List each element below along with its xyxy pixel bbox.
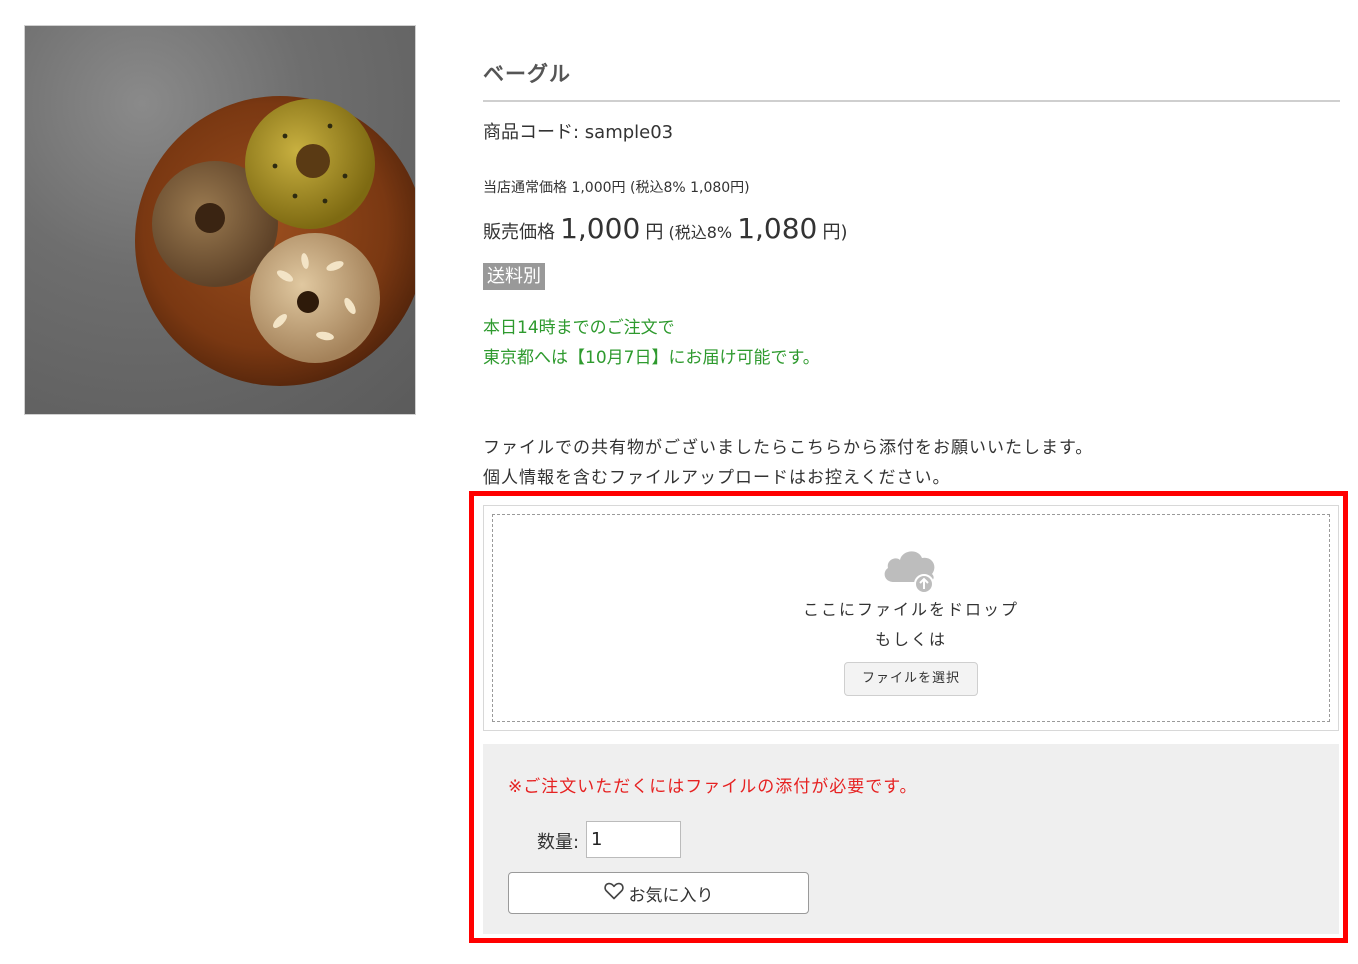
product-image [24,25,416,415]
product-code: 商品コード: sample03 [483,122,674,143]
upload-notice-line-2: 個人情報を含むファイルアップロードはお控えください。 [483,468,951,488]
sale-price-row: 販売価格 1,000 円 (税込8% 1,080 円) [483,212,847,245]
sale-price-unit: 円 [645,222,664,243]
sale-price-value: 1,000 [560,212,641,245]
shipping-badge: 送料別 [483,263,545,290]
product-title: ベーグル [483,62,571,86]
upload-notice: ファイルでの共有物がございましたらこちらから添付をお願いいたします。 個人情報を… [483,433,1093,493]
delivery-line-2: 東京都へは【10月7日】にお届け可能です。 [483,348,820,368]
title-divider [483,100,1340,102]
tax-price-unit: 円) [822,222,848,243]
delivery-line-1: 本日14時までのご注文で [483,318,675,338]
tax-label: (税込8% [668,223,733,242]
bagel-photo-illustration [135,96,415,386]
tax-price-value: 1,080 [737,212,818,245]
regular-price: 当店通常価格 1,000円 (税込8% 1,080円) [483,180,750,196]
sale-price-label: 販売価格 [483,222,555,243]
upload-notice-line-1: ファイルでの共有物がございましたらこちらから添付をお願いいたします。 [483,438,1094,458]
highlight-frame [469,491,1348,943]
delivery-info: 本日14時までのご注文で 東京都へは【10月7日】にお届け可能です。 [483,313,820,373]
